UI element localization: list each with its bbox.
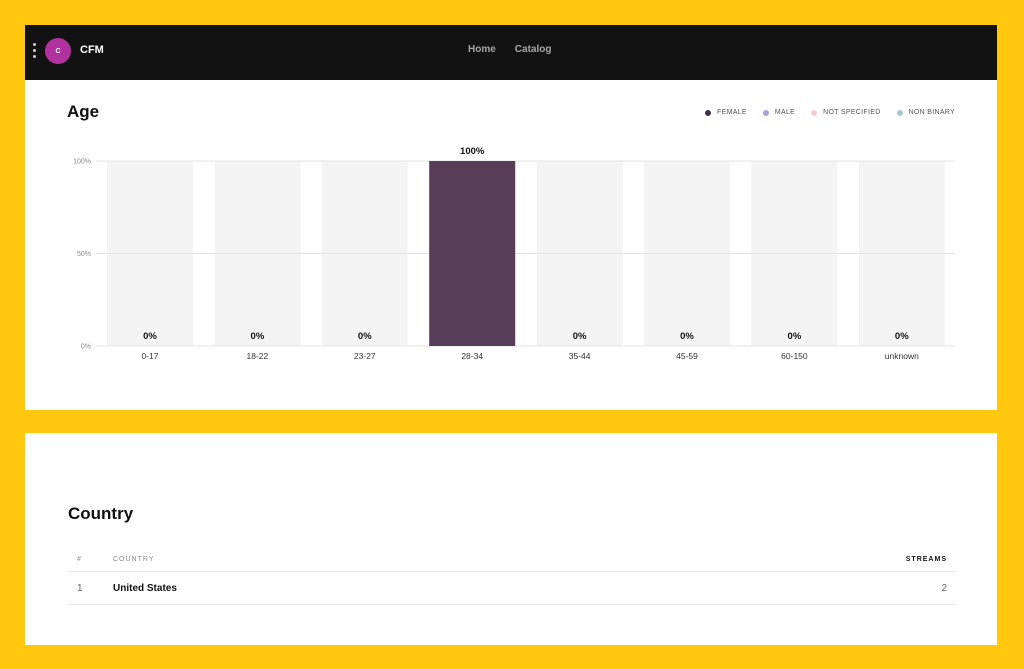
artist-avatar[interactable]: C bbox=[45, 38, 71, 64]
row-streams: 2 bbox=[941, 582, 947, 594]
y-tick-label: 100% bbox=[73, 159, 91, 166]
table-row: 1 United States 2 bbox=[68, 572, 956, 605]
x-tick-label: unknown bbox=[885, 351, 919, 361]
bar-value-label: 0% bbox=[680, 331, 694, 342]
x-tick-label: 35-44 bbox=[569, 351, 591, 361]
column-header-country[interactable]: COUNTRY bbox=[113, 556, 836, 563]
age-bar-chart: 0% 50% 100% 0% 0-17 0% 18-22 0% 23-27 100% 28-34 0%… bbox=[73, 146, 955, 361]
country-table: # COUNTRY STREAMS 1 United States 2 bbox=[68, 547, 956, 605]
main-nav: Home Catalog bbox=[468, 44, 551, 55]
row-country: United States bbox=[113, 582, 177, 594]
x-tick-label: 45-59 bbox=[676, 351, 698, 361]
country-card: Country # COUNTRY STREAMS 1 United State… bbox=[25, 433, 997, 645]
more-options-icon[interactable] bbox=[31, 43, 37, 63]
nav-home[interactable]: Home bbox=[468, 44, 496, 55]
age-card: Age FEMALE MALE NOT SPECIFIED NON BINARY… bbox=[25, 80, 997, 410]
x-tick-label: 0-17 bbox=[141, 351, 158, 361]
column-header-num: # bbox=[77, 555, 82, 563]
bar-value-label: 0% bbox=[573, 331, 587, 342]
bar-value-label: 0% bbox=[895, 331, 909, 342]
table-header: # COUNTRY STREAMS bbox=[68, 547, 956, 572]
x-tick-label: 28-34 bbox=[461, 351, 483, 361]
nav-catalog[interactable]: Catalog bbox=[515, 44, 552, 55]
bar-value-label: 100% bbox=[460, 146, 485, 157]
artist-name[interactable]: CFM bbox=[80, 44, 104, 56]
top-navigation-bar: C CFM Home Catalog bbox=[25, 25, 997, 80]
row-rank: 1 bbox=[77, 582, 83, 594]
bar-value-label: 0% bbox=[143, 331, 157, 342]
bar-28-34 bbox=[429, 161, 516, 346]
y-tick-label: 0% bbox=[81, 344, 91, 351]
bar-value-label: 0% bbox=[251, 331, 265, 342]
x-tick-label: 18-22 bbox=[247, 351, 269, 361]
x-tick-label: 23-27 bbox=[354, 351, 376, 361]
y-tick-label: 50% bbox=[77, 251, 91, 258]
country-section-title: Country bbox=[68, 504, 134, 523]
column-header-streams[interactable]: STREAMS bbox=[836, 556, 956, 563]
bar-value-label: 0% bbox=[358, 331, 372, 342]
x-tick-label: 60-150 bbox=[781, 351, 808, 361]
bar-value-label: 0% bbox=[788, 331, 802, 342]
